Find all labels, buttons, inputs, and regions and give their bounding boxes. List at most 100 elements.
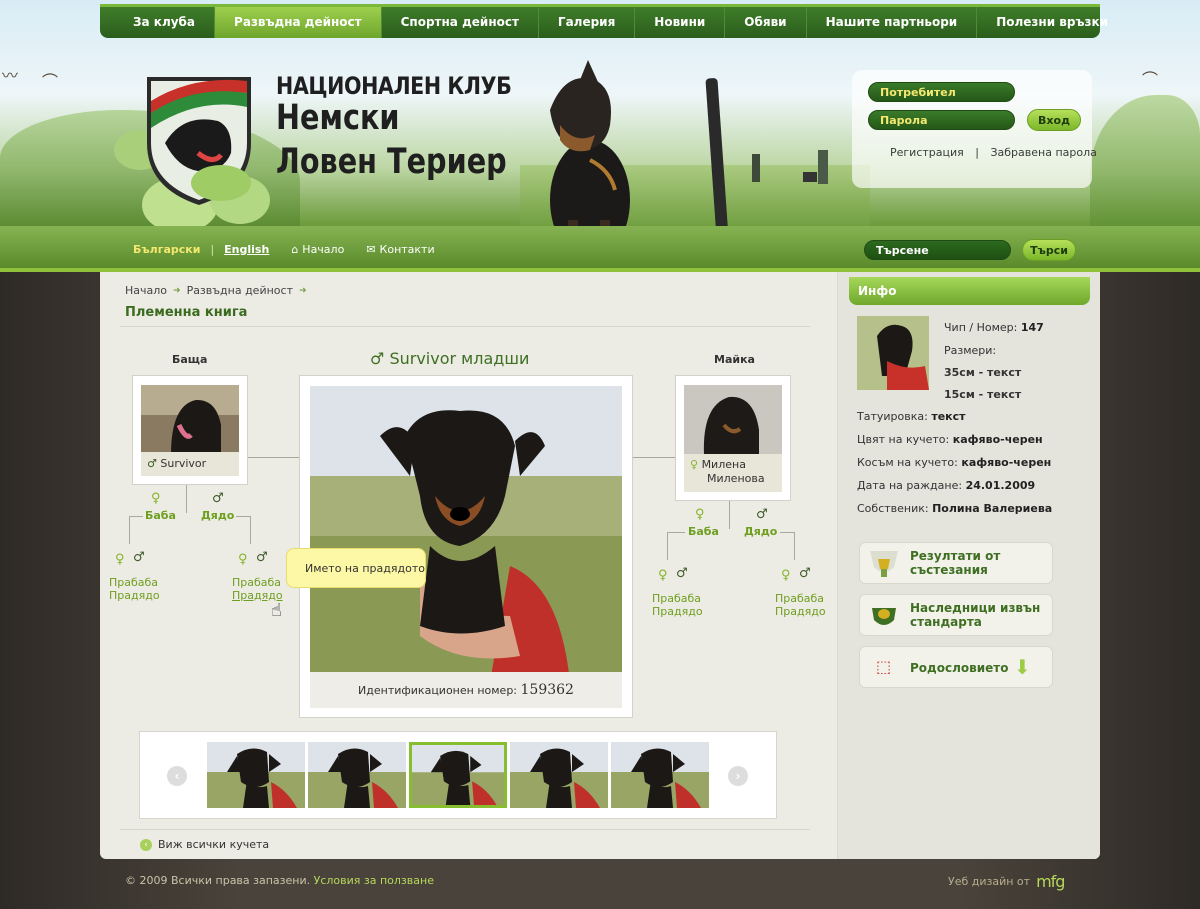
- greatgrandma-link[interactable]: Прабаба: [109, 576, 158, 589]
- site-title-line2: Немски: [276, 98, 400, 138]
- pedigree-pdf-label: Родословието: [910, 661, 1009, 675]
- female-icon: ♀: [695, 507, 705, 522]
- grandpa-link[interactable]: Дядо: [201, 509, 234, 522]
- header-banner: 〰 ⌒ ⌒ За клуба Развъдна дейност Спортна …: [0, 0, 1200, 272]
- grandpa-link[interactable]: Дядо: [744, 525, 777, 538]
- connector-line: [729, 501, 730, 529]
- connector-line: [186, 485, 187, 513]
- gallery-thumbnail[interactable]: [510, 742, 608, 808]
- hand-cursor-icon: ☝: [271, 600, 282, 621]
- info-size-1: 35см - текст: [944, 366, 1022, 379]
- mother-name: Милена: [701, 458, 746, 471]
- father-card[interactable]: ♂ Survivor: [132, 375, 248, 485]
- gallery-thumbnail[interactable]: [308, 742, 406, 808]
- separator: |: [210, 243, 215, 256]
- coat-value: кафяво-черен: [961, 456, 1052, 469]
- username-input[interactable]: Потребител: [868, 82, 1015, 102]
- register-link[interactable]: Регистрация: [890, 146, 964, 159]
- nav-item[interactable]: Нашите партньори: [807, 7, 978, 38]
- connector-line: [633, 457, 675, 458]
- female-icon: ♀: [115, 552, 125, 567]
- home-icon: ⌂: [291, 243, 299, 256]
- pedigree-pdf-button[interactable]: ⬚ Родословието ⬇: [859, 646, 1053, 688]
- grandma-link[interactable]: Баба: [688, 525, 719, 538]
- greatgrandpa-link[interactable]: Прадядо: [652, 605, 703, 618]
- forest-right: [1090, 95, 1200, 230]
- nav-item-active[interactable]: Развъдна дейност: [215, 7, 382, 38]
- home-label: Начало: [302, 243, 345, 256]
- lang-bulgarian-link[interactable]: Български: [133, 243, 200, 256]
- great-grandparents[interactable]: Прабаба Прадядо: [109, 576, 160, 602]
- gallery-thumbnail[interactable]: [611, 742, 709, 808]
- nav-item[interactable]: Обяви: [725, 7, 807, 38]
- mother-surname: Миленова: [707, 472, 765, 485]
- great-grandparents[interactable]: Прабаба Прадядо: [652, 592, 703, 618]
- male-icon: ♂: [799, 566, 811, 581]
- greatgrandpa-link[interactable]: Прадядо: [109, 589, 160, 602]
- owner-value: Полина Валериева: [932, 502, 1053, 515]
- forgot-password-link[interactable]: Забравена парола: [990, 146, 1096, 159]
- connector-line: [250, 516, 251, 544]
- view-all-link[interactable]: ‹ Виж всички кучета: [140, 838, 269, 851]
- greatgrandma-link[interactable]: Прабаба: [775, 592, 824, 605]
- shield-icon: [872, 608, 896, 625]
- male-icon: ♂: [133, 550, 145, 565]
- offspring-label-1: Наследници извън: [910, 601, 1041, 615]
- trophy-icon: [870, 551, 898, 577]
- id-number: 159362: [520, 682, 574, 698]
- female-icon: ♀: [781, 568, 791, 583]
- info-size-2: 15см - текст: [944, 388, 1022, 401]
- account-links: Регистрация | Забравена парола: [888, 146, 1099, 159]
- greatgrandma-link[interactable]: Прабаба: [652, 592, 701, 605]
- lang-english-link[interactable]: English: [224, 243, 269, 256]
- contacts-link[interactable]: ✉ Контакти: [366, 243, 434, 256]
- results-button[interactable]: Резултати от състезания: [859, 542, 1053, 584]
- nav-item[interactable]: Новини: [635, 7, 726, 38]
- download-arrow-icon: ⬇: [1014, 655, 1031, 679]
- nav-item[interactable]: Спортна дейност: [382, 7, 539, 38]
- offspring-button[interactable]: Наследници извън стандарта: [859, 594, 1053, 636]
- male-icon: ♂: [212, 491, 224, 506]
- female-icon: ♀: [690, 458, 699, 471]
- female-icon: ♀: [238, 552, 248, 567]
- info-tattoo: Татуировка: текст: [857, 410, 966, 423]
- search-button[interactable]: Търси: [1022, 239, 1076, 261]
- terms-link[interactable]: Условия за ползване: [314, 874, 434, 887]
- connector-line: [248, 457, 299, 458]
- search-input[interactable]: Търсене: [864, 240, 1011, 260]
- breadcrumb-item[interactable]: Развъдна дейност: [187, 284, 293, 297]
- gallery-thumbnail[interactable]: [207, 742, 305, 808]
- results-label-1: Резултати от: [910, 549, 1001, 563]
- login-button[interactable]: Вход: [1027, 109, 1081, 131]
- home-link[interactable]: ⌂ Начало: [291, 243, 344, 256]
- hunters-image: [752, 150, 828, 184]
- great-grandparents[interactable]: Прабаба Прадядо: [232, 576, 283, 602]
- male-icon: ♂: [370, 349, 385, 368]
- great-grandparents[interactable]: Прабаба Прадядо: [775, 592, 826, 618]
- nav-item[interactable]: Галерия: [539, 7, 636, 38]
- chip-value: 147: [1020, 321, 1044, 334]
- breadcrumb-item[interactable]: Начало: [125, 284, 167, 297]
- male-icon: ♂: [676, 566, 688, 581]
- mother-card[interactable]: ♀ Милена Миленова: [675, 375, 791, 501]
- coat-label: Косъм на кучето:: [857, 456, 958, 469]
- bird-icon: 〰: [2, 66, 19, 85]
- results-label-2: състезания: [910, 563, 988, 577]
- male-icon: ♂: [256, 550, 268, 565]
- greatgrandma-link[interactable]: Прабаба: [232, 576, 281, 589]
- password-input[interactable]: Парола: [868, 110, 1015, 130]
- chip-label: Чип / Номер:: [944, 321, 1018, 334]
- gallery-photo: [308, 742, 406, 808]
- info-birth: Дата на раждане: 24.01.2009: [857, 479, 1035, 492]
- designer-logo[interactable]: mfg: [1036, 872, 1065, 891]
- contacts-label: Контакти: [379, 243, 435, 256]
- nav-item[interactable]: Полезни връзки: [977, 7, 1127, 38]
- gallery-thumbnail-selected[interactable]: [409, 742, 507, 808]
- nav-item[interactable]: За клуба: [100, 7, 216, 38]
- greatgrandpa-link[interactable]: Прадядо: [775, 605, 826, 618]
- main-dog-photo: [310, 386, 622, 682]
- main-dog-card: Идентификационен номер: 159362: [299, 375, 633, 718]
- gallery-next-button[interactable]: ›: [728, 766, 748, 786]
- gallery-prev-button[interactable]: ‹: [167, 766, 187, 786]
- grandma-link[interactable]: Баба: [145, 509, 176, 522]
